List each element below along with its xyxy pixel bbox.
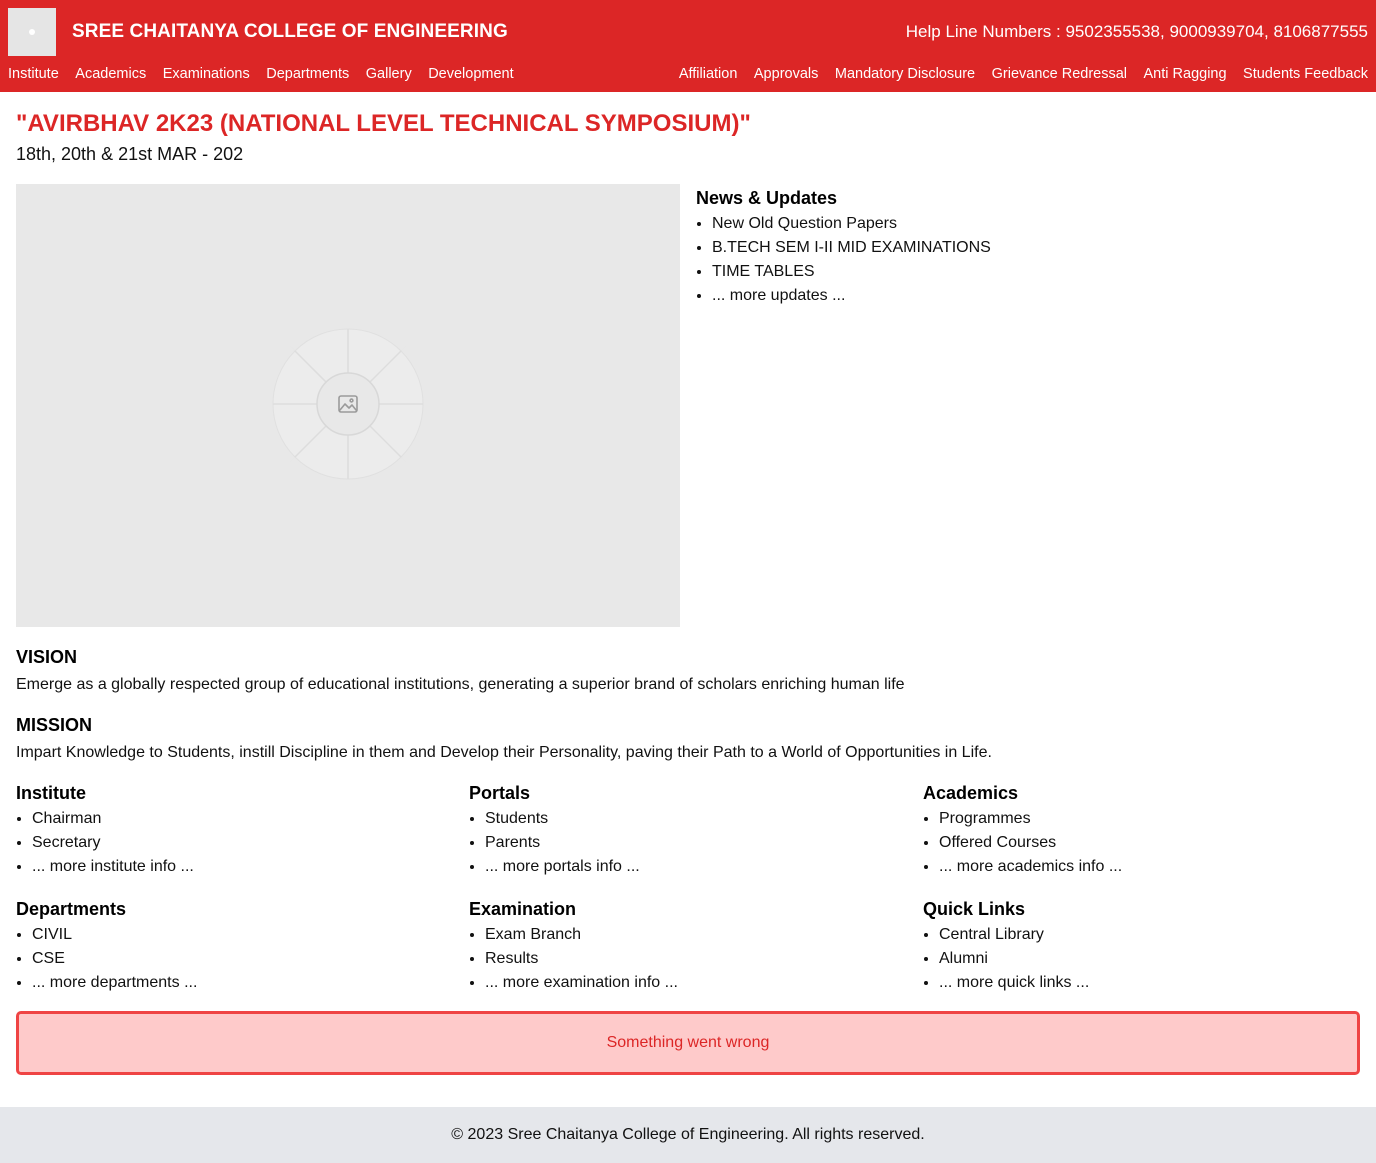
section-list: Exam Branch Results ... more examination… [469, 923, 678, 995]
list-item-link[interactable]: Parents [485, 834, 540, 851]
section-list: Students Parents ... more portals info .… [469, 807, 640, 879]
section-list: Programmes Offered Courses ... more acad… [923, 807, 1122, 879]
vision-text: Emerge as a globally respected group of … [16, 676, 905, 693]
event-banner-image[interactable] [16, 184, 680, 627]
more-link[interactable]: ... more institute info ... [32, 858, 194, 875]
news-item-link[interactable]: New Old Question Papers [712, 215, 897, 232]
list-item: Exam Branch [485, 923, 678, 947]
error-alert: Something went wrong [16, 1011, 1360, 1075]
section-list: Central Library Alumni ... more quick li… [923, 923, 1089, 995]
image-placeholder-graphic [247, 303, 449, 505]
more-link[interactable]: ... more portals info ... [485, 858, 640, 875]
news-item-link[interactable]: TIME TABLES [712, 263, 815, 280]
list-item: ... more academics info ... [939, 855, 1122, 879]
nav-item-anti-ragging[interactable]: Anti Ragging [1144, 64, 1227, 84]
section-heading: Examination [469, 899, 577, 919]
section-heading: Academics [923, 783, 1019, 803]
nav-item-academics[interactable]: Academics [75, 64, 146, 84]
event-date: 18th, 20th & 21st MAR - 202 [16, 144, 244, 164]
copyright-text: © 2023 Sree Chaitanya College of Enginee… [451, 1126, 925, 1143]
list-item-link[interactable]: Chairman [32, 810, 101, 827]
nav-item-approvals[interactable]: Approvals [754, 64, 818, 84]
more-link[interactable]: ... more quick links ... [939, 974, 1089, 991]
news-list: New Old Question Papers B.TECH SEM I-II … [696, 212, 991, 308]
list-item: ... more quick links ... [939, 971, 1089, 995]
college-logo[interactable] [8, 8, 56, 56]
news-updates-panel: News & Updates New Old Question Papers B… [696, 186, 991, 308]
news-item: New Old Question Papers [712, 212, 991, 236]
list-item-link[interactable]: Exam Branch [485, 926, 581, 943]
section-heading: Quick Links [923, 899, 1026, 919]
institute-section: Institute Chairman Secretary ... more in… [16, 781, 194, 879]
nav-item-departments[interactable]: Departments [266, 64, 349, 84]
list-item: ... more examination info ... [485, 971, 678, 995]
more-link[interactable]: ... more examination info ... [485, 974, 678, 991]
list-item-link[interactable]: Offered Courses [939, 834, 1056, 851]
list-item: Central Library [939, 923, 1089, 947]
mission-section: MISSION Impart Knowledge to Students, in… [16, 713, 992, 764]
list-item-link[interactable]: CSE [32, 950, 65, 967]
college-name[interactable]: SREE CHAITANYA COLLEGE OF ENGINEERING [72, 20, 508, 44]
list-item: CIVIL [32, 923, 197, 947]
list-item: Alumni [939, 947, 1089, 971]
list-item: Chairman [32, 807, 194, 831]
news-item-link[interactable]: B.TECH SEM I-II MID EXAMINATIONS [712, 239, 991, 256]
list-item: Offered Courses [939, 831, 1122, 855]
list-item: CSE [32, 947, 197, 971]
nav-item-gallery[interactable]: Gallery [366, 64, 412, 84]
section-heading: Portals [469, 783, 531, 803]
examination-section: Examination Exam Branch Results ... more… [469, 897, 678, 995]
helpline-numbers: Help Line Numbers : 9502355538, 90009397… [905, 22, 1368, 41]
list-item: ... more institute info ... [32, 855, 194, 879]
mission-heading: MISSION [16, 715, 93, 735]
news-item: ... more updates ... [712, 284, 991, 308]
list-item-link[interactable]: Secretary [32, 834, 100, 851]
list-item-link[interactable]: CIVIL [32, 926, 72, 943]
nav-item-mandatory-disclosure[interactable]: Mandatory Disclosure [835, 64, 975, 84]
nav-item-affiliation[interactable]: Affiliation [679, 64, 738, 84]
nav-item-institute[interactable]: Institute [8, 64, 59, 84]
more-updates-link[interactable]: ... more updates ... [712, 287, 845, 304]
list-item-link[interactable]: Alumni [939, 950, 988, 967]
list-item: ... more portals info ... [485, 855, 640, 879]
vision-heading: VISION [16, 647, 78, 667]
departments-section: Departments CIVIL CSE ... more departmen… [16, 897, 197, 995]
nav-item-grievance-redressal[interactable]: Grievance Redressal [992, 64, 1127, 84]
portals-section: Portals Students Parents ... more portal… [469, 781, 640, 879]
error-message: Something went wrong [606, 1034, 770, 1051]
list-item: Results [485, 947, 678, 971]
list-item-link[interactable]: Central Library [939, 926, 1044, 943]
news-heading: News & Updates [696, 188, 838, 208]
primary-nav: Institute Academics Examinations Departm… [8, 64, 514, 84]
news-item: B.TECH SEM I-II MID EXAMINATIONS [712, 236, 991, 260]
more-link[interactable]: ... more departments ... [32, 974, 197, 991]
list-item: Students [485, 807, 640, 831]
list-item-link[interactable]: Students [485, 810, 548, 827]
list-item: ... more departments ... [32, 971, 197, 995]
event-title: "AVIRBHAV 2K23 (NATIONAL LEVEL TECHNICAL… [16, 110, 751, 137]
vision-section: VISION Emerge as a globally respected gr… [16, 645, 905, 696]
nav-item-students-feedback[interactable]: Students Feedback [1243, 64, 1368, 84]
academics-section: Academics Programmes Offered Courses ...… [923, 781, 1122, 879]
mission-text: Impart Knowledge to Students, instill Di… [16, 744, 992, 761]
list-item: Parents [485, 831, 640, 855]
list-item: Secretary [32, 831, 194, 855]
nav-item-development[interactable]: Development [428, 64, 513, 84]
more-link[interactable]: ... more academics info ... [939, 858, 1122, 875]
section-list: CIVIL CSE ... more departments ... [16, 923, 197, 995]
news-item: TIME TABLES [712, 260, 991, 284]
list-item: Programmes [939, 807, 1122, 831]
quick-links-section: Quick Links Central Library Alumni ... m… [923, 897, 1089, 995]
site-header: SREE CHAITANYA COLLEGE OF ENGINEERING He… [0, 0, 1376, 92]
section-heading: Departments [16, 899, 127, 919]
list-item-link[interactable]: Results [485, 950, 538, 967]
list-item-link[interactable]: Programmes [939, 810, 1031, 827]
site-footer: © 2023 Sree Chaitanya College of Enginee… [0, 1107, 1376, 1163]
logo-dot [29, 29, 35, 35]
section-heading: Institute [16, 783, 86, 803]
section-list: Chairman Secretary ... more institute in… [16, 807, 194, 879]
secondary-nav: Affiliation Approvals Mandatory Disclosu… [679, 64, 1368, 84]
nav-item-examinations[interactable]: Examinations [163, 64, 250, 84]
